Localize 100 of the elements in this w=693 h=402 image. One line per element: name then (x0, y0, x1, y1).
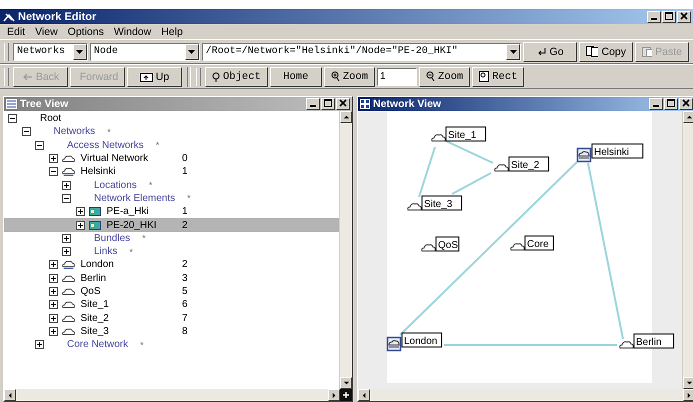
list-icon (6, 99, 17, 109)
scroll-up-button[interactable] (683, 111, 693, 123)
item-count: 2 (182, 220, 188, 231)
folder-up-icon (140, 72, 153, 82)
tree-label: Root (40, 113, 62, 124)
tree-item[interactable]: Helsinki 1 (4, 165, 339, 178)
close-button[interactable] (677, 10, 691, 22)
toolbar-button[interactable]: Copy (579, 42, 633, 62)
link-line[interactable] (446, 140, 494, 164)
item-count: 1 (182, 206, 188, 218)
expand-icon[interactable] (62, 247, 71, 256)
tree-item[interactable]: Access Networks * (4, 138, 339, 152)
tree-item[interactable]: PE-a_Hki 1 (4, 205, 339, 218)
item-count: * (140, 340, 144, 350)
tree-item[interactable]: London 2 (4, 258, 339, 272)
menu-item[interactable]: Window (110, 26, 156, 38)
horizontal-scrollbar[interactable] (4, 389, 352, 401)
cloud-icon (62, 274, 74, 283)
close-button[interactable] (336, 98, 350, 110)
tree-item[interactable]: Bundles * (4, 232, 339, 245)
minimize-button[interactable] (306, 98, 320, 110)
menu-item[interactable]: View (31, 26, 62, 38)
collapse-icon[interactable] (22, 127, 30, 136)
scroll-left-button[interactable] (358, 389, 370, 401)
object-button[interactable]: Object (205, 66, 268, 86)
zoom-field[interactable]: 1 (377, 68, 418, 86)
menu-item[interactable]: Edit (3, 26, 30, 38)
expand-icon[interactable] (48, 326, 58, 336)
tree-item[interactable]: Virtual Network 0 (4, 152, 339, 166)
tree-item[interactable]: Networks * (4, 125, 339, 139)
tree-item[interactable]: Network Elements * (4, 192, 339, 206)
maximize-button[interactable] (321, 98, 335, 110)
menu-item[interactable]: Help (157, 26, 187, 38)
expand-icon[interactable] (62, 234, 71, 243)
home-button[interactable]: Home (270, 66, 322, 86)
type-dropdown[interactable]: Node (90, 42, 200, 60)
tree-label: Locations (94, 180, 137, 191)
dropdown-arrow-icon (510, 50, 517, 54)
minimize-button[interactable] (647, 10, 661, 22)
zoom-out-button[interactable]: Zoom (419, 66, 470, 86)
tree-item[interactable]: Site_3 8 (4, 324, 339, 338)
scroll-up-button[interactable] (340, 111, 352, 123)
maximize-button[interactable] (662, 10, 676, 22)
expand-icon[interactable] (76, 220, 84, 230)
collapse-icon[interactable] (48, 167, 58, 176)
expand-icon[interactable] (48, 260, 58, 270)
tree-label: PE-a_Hki (106, 206, 149, 218)
dropdown-arrow-icon (76, 50, 84, 54)
vertical-scrollbar[interactable] (682, 111, 693, 389)
tree-item[interactable]: Berlin 3 (4, 272, 339, 285)
scroll-right-button[interactable] (328, 389, 340, 401)
site-icon (386, 336, 402, 352)
expand-icon[interactable] (48, 300, 58, 310)
scroll-left-button[interactable] (4, 389, 16, 401)
tree-label: Site_2 (80, 312, 109, 324)
tree-item[interactable]: PE-20_HKI 2 (4, 218, 339, 232)
item-count: 1 (182, 166, 188, 178)
collapse-icon[interactable] (8, 114, 17, 124)
node-label[interactable]: London (402, 332, 442, 348)
path-field[interactable]: /Root=/Network="Helsinki"/Node="PE-20_HKI" (202, 42, 522, 60)
scroll-down-button[interactable] (340, 377, 352, 389)
collapse-icon[interactable] (35, 140, 44, 150)
nav-button[interactable]: Up (127, 66, 182, 86)
maximize-button[interactable] (664, 98, 678, 110)
vertical-scrollbar[interactable] (339, 111, 352, 389)
item-count: 0 (182, 153, 188, 164)
maximize-icon (665, 12, 673, 20)
link-line[interactable] (399, 161, 578, 336)
menu-item[interactable]: Options (64, 26, 108, 38)
toolbar-button[interactable]: Go (523, 42, 577, 62)
scroll-right-button[interactable] (683, 389, 693, 401)
tree-item[interactable]: Locations * (4, 178, 339, 192)
tree-item[interactable]: Site_2 7 (4, 311, 339, 325)
scope-dropdown[interactable]: Networks (13, 42, 88, 60)
tree-item[interactable]: Core Network * (4, 338, 339, 352)
expand-icon[interactable] (48, 314, 58, 323)
minimize-button[interactable] (649, 98, 663, 110)
arrow-up-icon (686, 114, 692, 120)
item-count: 5 (182, 286, 188, 297)
item-count: * (142, 233, 146, 244)
expand-icon[interactable] (48, 287, 58, 296)
node-label[interactable]: Helsinki (592, 144, 644, 158)
expand-icon[interactable] (48, 274, 58, 283)
close-button[interactable] (679, 98, 693, 110)
expand-icon[interactable] (62, 180, 71, 190)
rect-zoom-button[interactable]: Rect (472, 66, 524, 86)
tree-item[interactable]: Root (4, 112, 339, 126)
tree-item[interactable]: Site_1 6 (4, 298, 339, 312)
dropdown-arrow-icon (188, 50, 196, 54)
zoom-in-button[interactable]: Zoom (324, 66, 376, 86)
tree-item[interactable]: QoS 5 (4, 284, 339, 298)
horizontal-scrollbar[interactable] (358, 389, 693, 401)
tree-label: Virtual Network (80, 153, 148, 164)
expand-icon[interactable] (48, 154, 58, 164)
expand-icon[interactable] (76, 207, 84, 216)
tree-label: Bundles (94, 232, 130, 244)
collapse-icon[interactable] (62, 194, 71, 203)
scroll-down-button[interactable] (683, 377, 693, 389)
expand-icon[interactable] (35, 340, 44, 350)
tree-item[interactable]: Links * (4, 244, 339, 258)
